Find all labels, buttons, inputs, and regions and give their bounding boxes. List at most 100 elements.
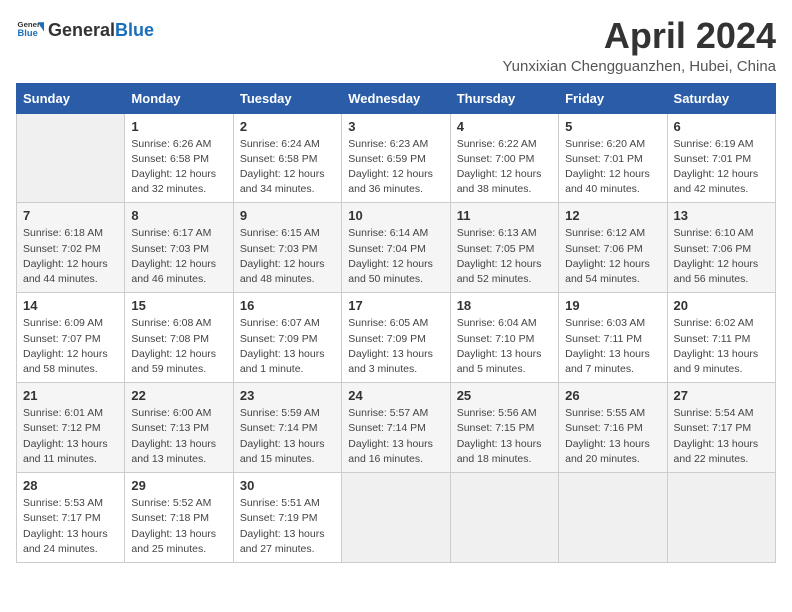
day-info: Sunrise: 6:15 AM Sunset: 7:03 PM Dayligh…: [240, 226, 335, 287]
calendar-cell: 22 Sunrise: 6:00 AM Sunset: 7:13 PM Dayli…: [125, 383, 233, 473]
calendar-cell: 19Sunrise: 6:03 AM Sunset: 7:11 PM Dayli…: [559, 293, 667, 383]
day-info: Sunrise: 6:08 AM Sunset: 7:08 PM Dayligh…: [131, 316, 226, 377]
day-number: 5: [565, 119, 660, 134]
column-header-wednesday: Wednesday: [342, 83, 450, 113]
day-info: Sunrise: 6:07 AM Sunset: 7:09 PM Dayligh…: [240, 316, 335, 377]
calendar-table: SundayMondayTuesdayWednesdayThursdayFrid…: [16, 83, 776, 563]
calendar-week-row: 1 Sunrise: 6:26 AM Sunset: 6:58 PM Daylig…: [17, 113, 776, 203]
day-number: 7: [23, 208, 118, 223]
calendar-cell: 6 Sunrise: 6:19 AM Sunset: 7:01 PM Daylig…: [667, 113, 775, 203]
day-info: Sunrise: 5:54 AM Sunset: 7:17 PM Dayligh…: [674, 406, 769, 467]
logo-blue: Blue: [115, 20, 154, 41]
calendar-cell: 8 Sunrise: 6:17 AM Sunset: 7:03 PM Daylig…: [125, 203, 233, 293]
logo-general: General: [48, 20, 115, 41]
calendar-cell: 5 Sunrise: 6:20 AM Sunset: 7:01 PM Daylig…: [559, 113, 667, 203]
column-header-sunday: Sunday: [17, 83, 125, 113]
page-header: General Blue General Blue April 2024 Yun…: [16, 16, 776, 75]
calendar-cell: 9 Sunrise: 6:15 AM Sunset: 7:03 PM Daylig…: [233, 203, 341, 293]
day-number: 15: [131, 298, 226, 313]
column-header-thursday: Thursday: [450, 83, 558, 113]
day-info: Sunrise: 6:02 AM Sunset: 7:11 PM Dayligh…: [674, 316, 769, 377]
calendar-cell: 15 Sunrise: 6:08 AM Sunset: 7:08 PM Dayli…: [125, 293, 233, 383]
calendar-week-row: 21Sunrise: 6:01 AM Sunset: 7:12 PM Dayli…: [17, 383, 776, 473]
day-number: 4: [457, 119, 552, 134]
day-info: Sunrise: 6:24 AM Sunset: 6:58 PM Dayligh…: [240, 137, 335, 198]
calendar-cell: 25Sunrise: 5:56 AM Sunset: 7:15 PM Dayli…: [450, 383, 558, 473]
calendar-cell: 23 Sunrise: 5:59 AM Sunset: 7:14 PM Dayli…: [233, 383, 341, 473]
day-info: Sunrise: 5:59 AM Sunset: 7:14 PM Dayligh…: [240, 406, 335, 467]
day-number: 6: [674, 119, 769, 134]
calendar-cell: [17, 113, 125, 203]
column-header-saturday: Saturday: [667, 83, 775, 113]
column-header-friday: Friday: [559, 83, 667, 113]
day-info: Sunrise: 6:05 AM Sunset: 7:09 PM Dayligh…: [348, 316, 443, 377]
calendar-week-row: 28 Sunrise: 5:53 AM Sunset: 7:17 PM Dayli…: [17, 473, 776, 563]
calendar-cell: 1 Sunrise: 6:26 AM Sunset: 6:58 PM Daylig…: [125, 113, 233, 203]
calendar-cell: [342, 473, 450, 563]
day-number: 8: [131, 208, 226, 223]
svg-text:Blue: Blue: [18, 28, 38, 38]
day-number: 18: [457, 298, 552, 313]
day-info: Sunrise: 6:26 AM Sunset: 6:58 PM Dayligh…: [131, 137, 226, 198]
calendar-cell: [559, 473, 667, 563]
calendar-cell: [667, 473, 775, 563]
day-info: Sunrise: 6:14 AM Sunset: 7:04 PM Dayligh…: [348, 226, 443, 287]
day-info: Sunrise: 5:57 AM Sunset: 7:14 PM Dayligh…: [348, 406, 443, 467]
day-number: 14: [23, 298, 118, 313]
day-info: Sunrise: 6:10 AM Sunset: 7:06 PM Dayligh…: [674, 226, 769, 287]
day-number: 13: [674, 208, 769, 223]
day-number: 17: [348, 298, 443, 313]
day-number: 28: [23, 478, 118, 493]
calendar-cell: 30 Sunrise: 5:51 AM Sunset: 7:19 PM Dayli…: [233, 473, 341, 563]
day-info: Sunrise: 5:51 AM Sunset: 7:19 PM Dayligh…: [240, 496, 335, 557]
calendar-cell: [450, 473, 558, 563]
day-info: Sunrise: 6:17 AM Sunset: 7:03 PM Dayligh…: [131, 226, 226, 287]
calendar-cell: 17 Sunrise: 6:05 AM Sunset: 7:09 PM Dayli…: [342, 293, 450, 383]
calendar-cell: 13 Sunrise: 6:10 AM Sunset: 7:06 PM Dayli…: [667, 203, 775, 293]
page-title: April 2024: [502, 16, 776, 56]
day-info: Sunrise: 6:13 AM Sunset: 7:05 PM Dayligh…: [457, 226, 552, 287]
day-number: 29: [131, 478, 226, 493]
calendar-cell: 20 Sunrise: 6:02 AM Sunset: 7:11 PM Dayli…: [667, 293, 775, 383]
day-info: Sunrise: 5:53 AM Sunset: 7:17 PM Dayligh…: [23, 496, 118, 557]
calendar-cell: 3 Sunrise: 6:23 AM Sunset: 6:59 PM Daylig…: [342, 113, 450, 203]
day-number: 25: [457, 388, 552, 403]
day-number: 20: [674, 298, 769, 313]
day-number: 23: [240, 388, 335, 403]
calendar-cell: 16Sunrise: 6:07 AM Sunset: 7:09 PM Dayli…: [233, 293, 341, 383]
calendar-cell: 12Sunrise: 6:12 AM Sunset: 7:06 PM Dayli…: [559, 203, 667, 293]
day-info: Sunrise: 6:04 AM Sunset: 7:10 PM Dayligh…: [457, 316, 552, 377]
calendar-cell: 18 Sunrise: 6:04 AM Sunset: 7:10 PM Dayli…: [450, 293, 558, 383]
day-number: 2: [240, 119, 335, 134]
day-info: Sunrise: 5:52 AM Sunset: 7:18 PM Dayligh…: [131, 496, 226, 557]
day-number: 27: [674, 388, 769, 403]
day-number: 3: [348, 119, 443, 134]
calendar-header-row: SundayMondayTuesdayWednesdayThursdayFrid…: [17, 83, 776, 113]
calendar-cell: 7Sunrise: 6:18 AM Sunset: 7:02 PM Daylig…: [17, 203, 125, 293]
calendar-week-row: 14Sunrise: 6:09 AM Sunset: 7:07 PM Dayli…: [17, 293, 776, 383]
day-info: Sunrise: 6:20 AM Sunset: 7:01 PM Dayligh…: [565, 137, 660, 198]
calendar-cell: 28 Sunrise: 5:53 AM Sunset: 7:17 PM Dayli…: [17, 473, 125, 563]
calendar-cell: 21Sunrise: 6:01 AM Sunset: 7:12 PM Dayli…: [17, 383, 125, 473]
title-area: April 2024 Yunxixian Chengguanzhen, Hube…: [502, 16, 776, 75]
day-info: Sunrise: 6:00 AM Sunset: 7:13 PM Dayligh…: [131, 406, 226, 467]
column-header-tuesday: Tuesday: [233, 83, 341, 113]
day-number: 26: [565, 388, 660, 403]
day-info: Sunrise: 6:01 AM Sunset: 7:12 PM Dayligh…: [23, 406, 118, 467]
logo-icon: General Blue: [16, 16, 44, 44]
day-info: Sunrise: 6:03 AM Sunset: 7:11 PM Dayligh…: [565, 316, 660, 377]
calendar-cell: 10 Sunrise: 6:14 AM Sunset: 7:04 PM Dayli…: [342, 203, 450, 293]
calendar-cell: 27 Sunrise: 5:54 AM Sunset: 7:17 PM Dayli…: [667, 383, 775, 473]
page-subtitle: Yunxixian Chengguanzhen, Hubei, China: [502, 58, 776, 75]
day-number: 30: [240, 478, 335, 493]
day-number: 9: [240, 208, 335, 223]
day-info: Sunrise: 6:22 AM Sunset: 7:00 PM Dayligh…: [457, 137, 552, 198]
day-number: 22: [131, 388, 226, 403]
day-info: Sunrise: 6:19 AM Sunset: 7:01 PM Dayligh…: [674, 137, 769, 198]
day-number: 12: [565, 208, 660, 223]
day-info: Sunrise: 5:55 AM Sunset: 7:16 PM Dayligh…: [565, 406, 660, 467]
day-number: 10: [348, 208, 443, 223]
day-info: Sunrise: 6:23 AM Sunset: 6:59 PM Dayligh…: [348, 137, 443, 198]
calendar-cell: 14Sunrise: 6:09 AM Sunset: 7:07 PM Dayli…: [17, 293, 125, 383]
day-number: 1: [131, 119, 226, 134]
